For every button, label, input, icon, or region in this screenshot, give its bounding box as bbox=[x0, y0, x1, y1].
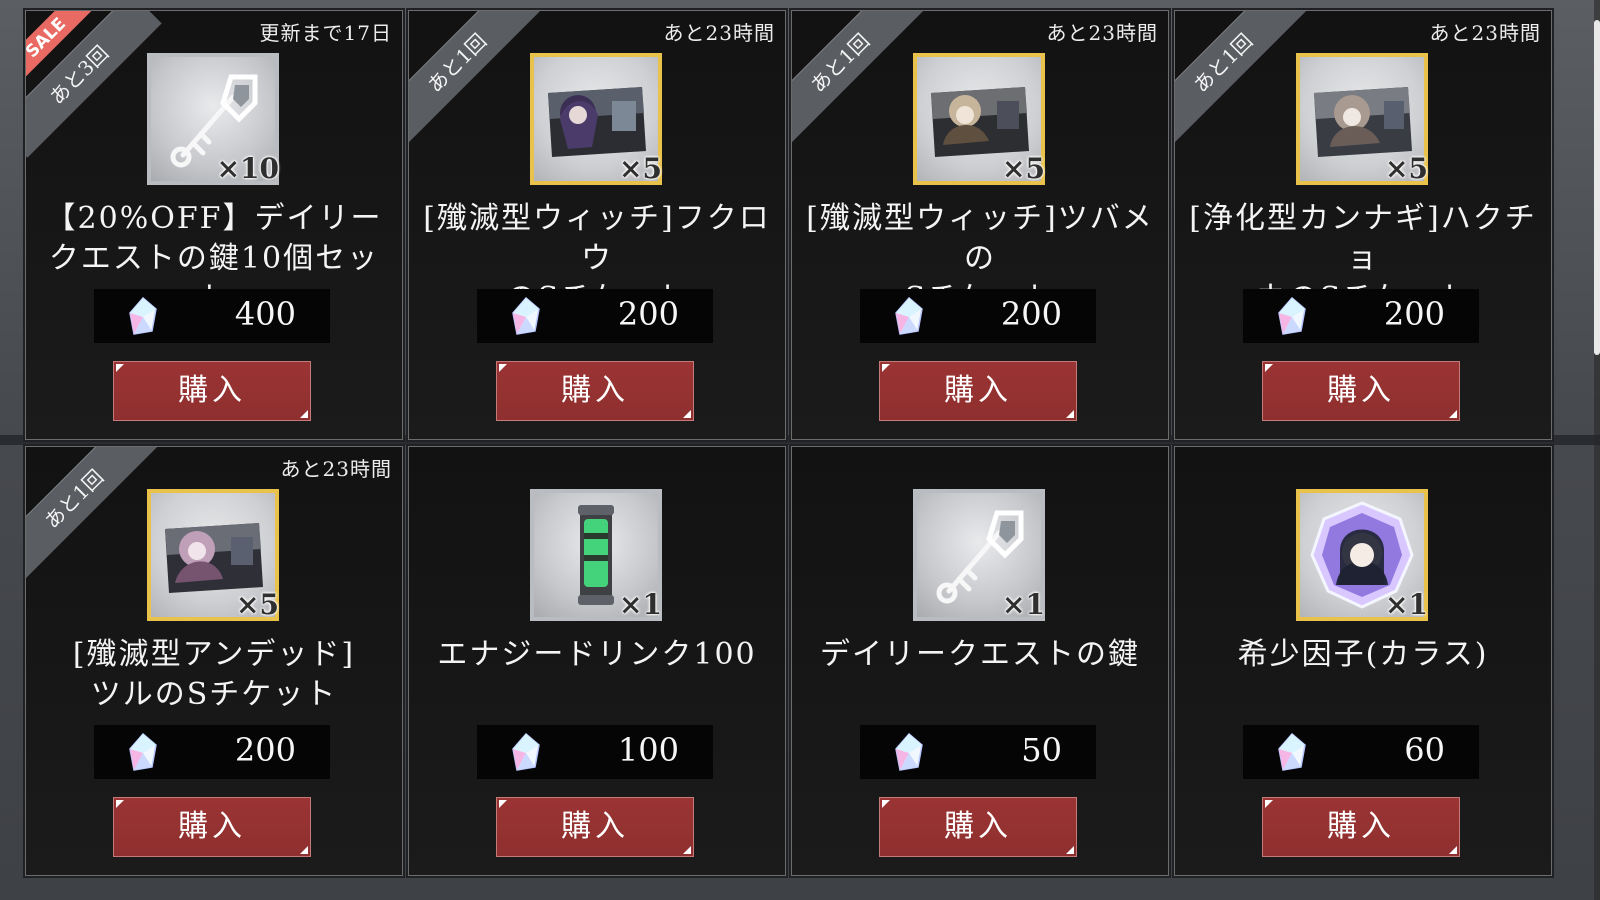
buy-button[interactable]: 購入 bbox=[113, 361, 311, 421]
time-remaining: あと23時間 bbox=[1429, 21, 1541, 45]
gem-icon bbox=[1278, 733, 1306, 771]
purchase-limit-ribbon: あと1回 bbox=[26, 447, 161, 586]
item-icon-frame[interactable]: ×1 bbox=[1296, 489, 1428, 621]
price-box: 200 bbox=[1243, 289, 1479, 343]
item-icon-frame[interactable]: ×10 bbox=[147, 53, 279, 185]
shop-item-card[interactable]: SALE あと3回 更新まで17日 ×10 【20%OFF】デイリー クエストの… bbox=[25, 10, 403, 440]
gem-icon bbox=[1278, 297, 1306, 335]
price-value: 400 bbox=[234, 295, 296, 333]
item-quantity: ×5 bbox=[619, 152, 662, 185]
gem-icon bbox=[512, 733, 540, 771]
item-quantity: ×5 bbox=[236, 588, 279, 621]
scrollbar-track[interactable] bbox=[1594, 0, 1600, 900]
scrollbar-thumb[interactable] bbox=[1594, 20, 1600, 355]
item-name: エナジードリンク100 bbox=[437, 637, 757, 672]
item-icon-frame[interactable]: ×1 bbox=[913, 489, 1045, 621]
price-box: 200 bbox=[860, 289, 1096, 343]
purchase-limit-ribbon: あと1回 bbox=[792, 11, 927, 150]
shop-item-card[interactable]: ×1 希少因子(カラス) 60 購入 bbox=[1174, 446, 1552, 876]
buy-button[interactable]: 購入 bbox=[1262, 797, 1460, 857]
gem-icon bbox=[512, 297, 540, 335]
gem-icon bbox=[129, 297, 157, 335]
item-quantity: ×1 bbox=[1002, 588, 1045, 621]
item-icon-frame[interactable]: ×1 bbox=[530, 489, 662, 621]
item-icon-frame[interactable]: ×5 bbox=[1296, 53, 1428, 185]
price-value: 200 bbox=[1000, 295, 1062, 333]
purchase-limit-ribbon: あと1回 bbox=[409, 11, 544, 150]
price-box: 50 bbox=[860, 725, 1096, 779]
shop-item-card[interactable]: ×1 エナジードリンク100 100 購入 bbox=[408, 446, 786, 876]
purchase-limit-ribbon: あと1回 bbox=[1175, 11, 1310, 150]
time-remaining: 更新まで17日 bbox=[259, 21, 392, 45]
item-name: デイリークエストの鍵 bbox=[820, 637, 1140, 672]
purchase-limit-label: あと1回 bbox=[422, 28, 492, 98]
time-remaining: あと23時間 bbox=[1046, 21, 1158, 45]
item-quantity: ×10 bbox=[216, 152, 279, 185]
item-icon-frame[interactable]: ×5 bbox=[147, 489, 279, 621]
item-icon-frame[interactable]: ×5 bbox=[530, 53, 662, 185]
gem-icon bbox=[129, 733, 157, 771]
shop-item-card[interactable]: ×1 デイリークエストの鍵 50 購入 bbox=[791, 446, 1169, 876]
item-quantity: ×1 bbox=[1385, 588, 1428, 621]
price-value: 200 bbox=[617, 295, 679, 333]
shop-item-card[interactable]: あと1回 あと23時間 ×5 [殲滅型ウィッチ]ツバメの Sチケット 200 購… bbox=[791, 10, 1169, 440]
price-box: 200 bbox=[477, 289, 713, 343]
price-value: 50 bbox=[1021, 731, 1062, 769]
price-box: 200 bbox=[94, 725, 330, 779]
price-value: 200 bbox=[234, 731, 296, 769]
time-remaining: あと23時間 bbox=[663, 21, 775, 45]
price-box: 60 bbox=[1243, 725, 1479, 779]
gem-icon bbox=[895, 733, 923, 771]
purchase-limit-label: あと1回 bbox=[1188, 28, 1258, 98]
buy-button[interactable]: 購入 bbox=[1262, 361, 1460, 421]
item-name: 希少因子(カラス) bbox=[1237, 637, 1489, 672]
buy-button[interactable]: 購入 bbox=[113, 797, 311, 857]
price-box: 100 bbox=[477, 725, 713, 779]
item-quantity: ×5 bbox=[1385, 152, 1428, 185]
buy-button[interactable]: 購入 bbox=[879, 361, 1077, 421]
item-quantity: ×5 bbox=[1002, 152, 1045, 185]
buy-button[interactable]: 購入 bbox=[879, 797, 1077, 857]
shop-item-card[interactable]: あと1回 あと23時間 ×5 [浄化型カンナギ]ハクチョ ウのSチケット 200… bbox=[1174, 10, 1552, 440]
purchase-limit-label: あと1回 bbox=[805, 28, 875, 98]
price-value: 60 bbox=[1404, 731, 1445, 769]
item-icon-frame[interactable]: ×5 bbox=[913, 53, 1045, 185]
item-name: [殲滅型アンデッド] ツルのSチケット bbox=[72, 637, 356, 712]
shop-item-card[interactable]: あと1回 あと23時間 ×5 [殲滅型ウィッチ]フクロウ のSチケット 200 … bbox=[408, 10, 786, 440]
shop-item-card[interactable]: あと1回 あと23時間 ×5 [殲滅型アンデッド] ツルのSチケット 200 購… bbox=[25, 446, 403, 876]
time-remaining: あと23時間 bbox=[280, 457, 392, 481]
purchase-limit-label: あと1回 bbox=[39, 464, 109, 534]
buy-button[interactable]: 購入 bbox=[496, 361, 694, 421]
sale-label: SALE bbox=[25, 14, 70, 62]
price-box: 400 bbox=[94, 289, 330, 343]
price-value: 200 bbox=[1383, 295, 1445, 333]
item-quantity: ×1 bbox=[619, 588, 662, 621]
buy-button[interactable]: 購入 bbox=[496, 797, 694, 857]
gem-icon bbox=[895, 297, 923, 335]
price-value: 100 bbox=[617, 731, 679, 769]
